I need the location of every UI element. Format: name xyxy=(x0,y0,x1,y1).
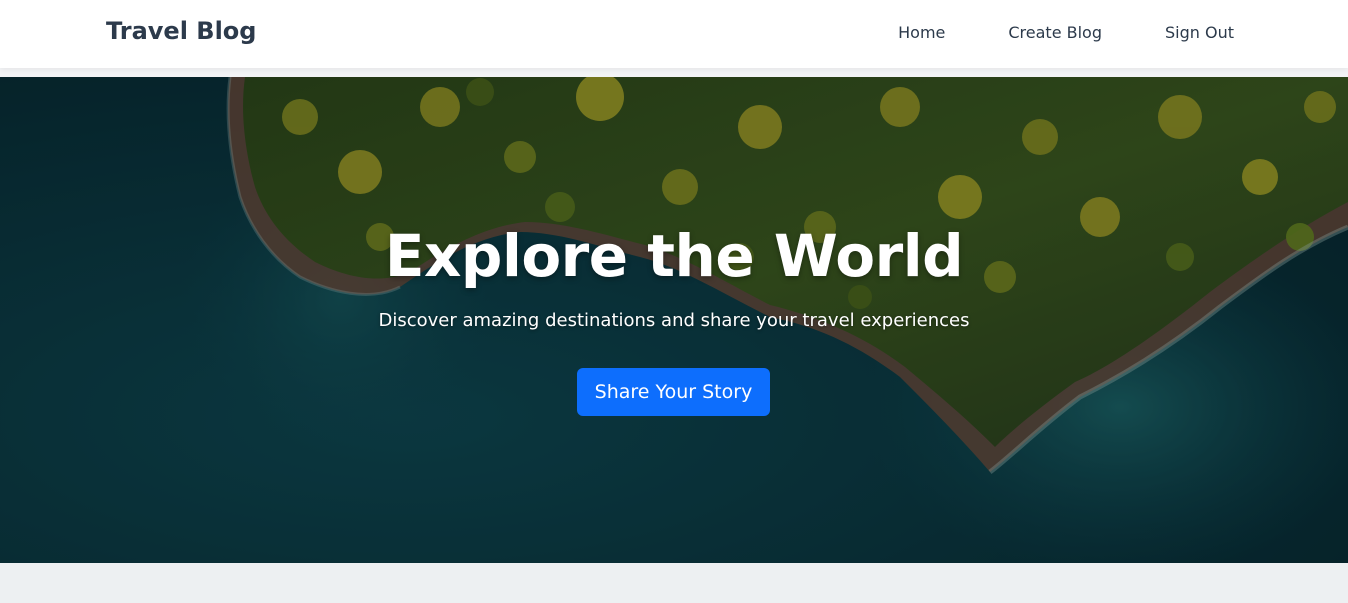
share-your-story-button[interactable]: Share Your Story xyxy=(577,368,770,416)
brand-logo[interactable]: Travel Blog xyxy=(106,17,256,45)
nav-sign-out-link[interactable]: Sign Out xyxy=(1165,22,1234,44)
top-navbar: Travel Blog Home Create Blog Sign Out xyxy=(0,0,1348,68)
navbar-divider xyxy=(0,68,1348,77)
nav-home-link[interactable]: Home xyxy=(898,22,945,44)
hero-title: Explore the World xyxy=(384,222,964,290)
nav-create-blog-link[interactable]: Create Blog xyxy=(1008,22,1102,44)
nav-links: Home Create Blog Sign Out xyxy=(898,22,1234,44)
hero-section: Explore the World Discover amazing desti… xyxy=(0,77,1348,563)
hero-subtitle: Discover amazing destinations and share … xyxy=(378,310,970,331)
content-area xyxy=(0,563,1348,603)
